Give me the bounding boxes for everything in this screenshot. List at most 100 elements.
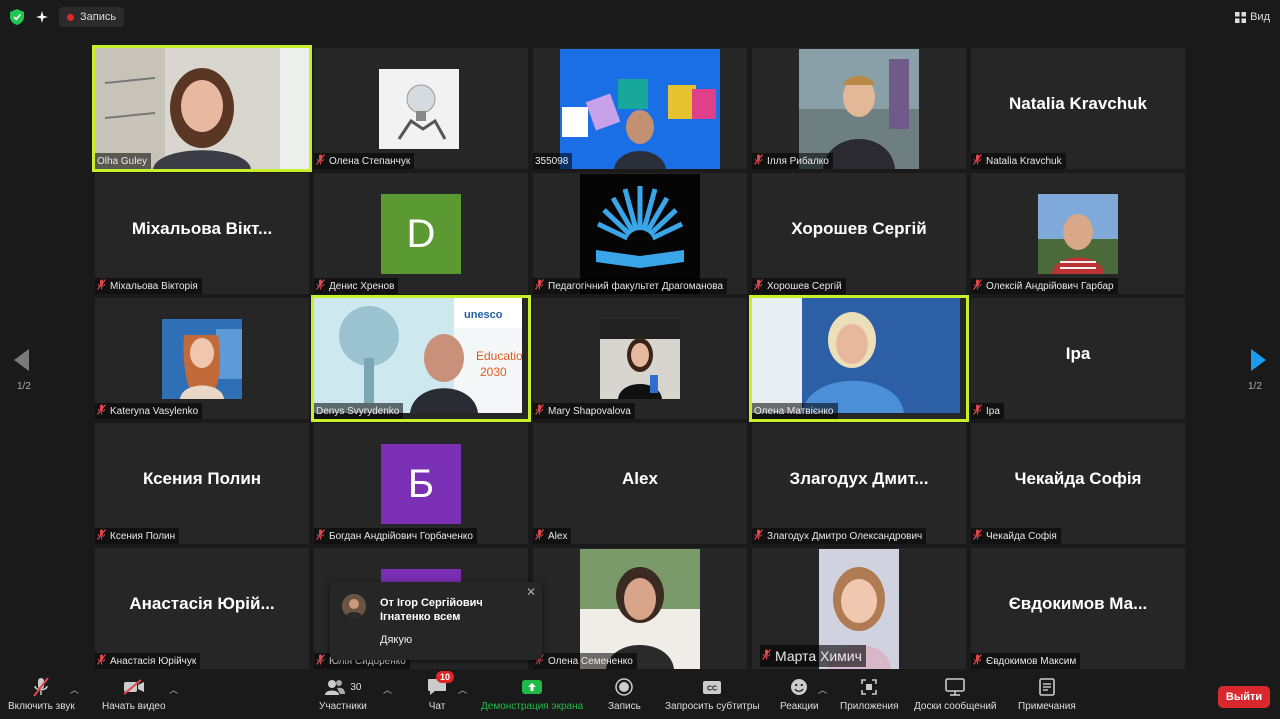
participant-display-name: Злагодух Дмит... [789,469,929,488]
chat-notification[interactable]: От Ігор Сергійович Ігнатенко всем Дякую … [330,582,542,660]
page-indicator-left: 1/2 [17,381,31,392]
view-button[interactable]: Вид [1235,7,1270,27]
whiteboards-label: Доски сообщений [914,701,997,712]
mic-muted-icon [32,677,50,697]
apps-icon [860,677,878,697]
participant-name: 355098 [535,155,569,167]
smiley-icon [790,677,808,697]
participant-name: Марта Химич [775,648,862,664]
mic-muted-icon [316,154,325,168]
svg-text:2030: 2030 [480,365,507,379]
share-screen-button[interactable]: Демонстрация экрана [481,677,583,712]
participant-tile[interactable]: Ілля Рибалко [752,48,966,169]
participant-name-label: Ксения Полин [95,528,180,544]
participant-tile[interactable]: unesco Education 2030 Denys Svyrydenko [311,295,531,422]
participant-video [752,298,960,418]
participant-name-label: Олена Матвієнко [752,403,838,419]
participant-name-label: Mary Shapovalova [533,403,635,419]
notes-button[interactable]: Примечания [1018,677,1076,712]
participant-tile[interactable]: Олена Степанчук [314,48,528,169]
captions-button[interactable]: CC Запросить субтитры [665,677,760,712]
svg-text:Education: Education [476,349,522,363]
chat-unread-badge: 10 [436,671,455,683]
top-bar: Запись Вид [0,0,1280,34]
record-button[interactable]: Запись [608,677,641,712]
reactions-label: Реакции [780,701,819,712]
participant-tile[interactable]: Олена Семененко [533,548,747,669]
participant-tile[interactable]: Євдокимов Ма... Євдокимов Максим [971,548,1185,669]
closed-captions-icon: CC [702,677,722,697]
participant-tile[interactable]: Марта Химич [752,548,966,669]
mic-muted-icon [316,529,325,543]
participant-tile[interactable]: Mary Shapovalova [533,298,747,419]
participant-name-label: Іра [971,403,1004,419]
participant-tile[interactable]: Natalia Kravchuk Natalia Kravchuk [971,48,1185,169]
participant-tile[interactable]: Злагодух Дмит... Злагодух Дмитро Олександ… [752,423,966,544]
participant-name-label: Denys Svyrydenko [314,403,404,419]
participant-tile[interactable]: D Денис Хренов [314,173,528,294]
unmute-button[interactable]: Включить звук [8,677,75,712]
chat-button[interactable]: 10 Чат [427,671,455,712]
apps-button[interactable]: Приложения [840,677,899,712]
notes-label: Примечания [1018,701,1076,712]
participant-name: Mary Shapovalova [548,405,631,417]
mic-muted-icon [754,279,763,293]
participant-tile[interactable]: Kateryna Vasylenko [95,298,309,419]
participant-name-label: Євдокимов Максим [971,653,1081,669]
participant-avatar-letter: D [381,194,461,274]
participant-name: Олена Матвієнко [754,405,834,417]
participant-display-name: Іра [1065,344,1091,363]
participant-name: Іра [986,405,1000,417]
leave-button[interactable]: Выйти [1218,686,1270,708]
next-page-arrow-icon[interactable] [1250,346,1266,378]
participant-name-label: Олена Семененко [533,653,637,669]
ai-sparkle-icon[interactable] [33,8,51,26]
sender-avatar [342,594,366,618]
participant-name-label: Марта Химич [760,645,866,667]
participant-name-label: Natalia Kravchuk [971,153,1066,169]
participant-tile[interactable]: Олексій Андрійович Гарбар [971,173,1185,294]
participant-name: Ілля Рибалко [767,155,829,167]
reactions-button[interactable]: Реакции [780,677,819,712]
participant-tile[interactable]: Ксения Полин Ксения Полин [95,423,309,544]
participant-tile[interactable]: Хорошев Сергій Хорошев Сергій [752,173,966,294]
whiteboards-button[interactable]: Доски сообщений [914,677,997,712]
participant-name: Alex [548,530,568,542]
mic-muted-icon [973,279,982,293]
close-icon[interactable]: ✕ [526,585,536,599]
reactions-options-chevron-icon[interactable]: ︿ [818,683,827,696]
recording-label: Запись [80,11,117,23]
participant-display-name: Анастасія Юрій... [129,594,275,613]
start-video-button[interactable]: Начать видео [102,677,166,712]
prev-page-arrow-icon[interactable] [14,346,30,378]
participant-name: Денис Хренов [329,280,395,292]
participant-name: Злагодух Дмитро Олександрович [767,530,923,542]
mic-muted-icon [97,529,106,543]
record-dot-icon [67,13,74,21]
participant-name-label: Kateryna Vasylenko [95,403,203,419]
video-options-chevron-icon[interactable]: ︿ [169,683,178,696]
participant-name-label: Alex [533,528,572,544]
participant-tile[interactable]: 355098 [533,48,747,169]
audio-options-chevron-icon[interactable]: ︿ [70,683,79,696]
participant-tile[interactable]: Анастасія Юрій... Анастасія Юрійчук [95,548,309,669]
participants-button[interactable]: 30 Участники [319,677,367,712]
participant-name-label: Педагогічний факультет Драгоманова [533,278,728,294]
participant-tile[interactable]: Б Богдан Андрійович Горбаченко [314,423,528,544]
participant-display-name: Чекайда Софія [1014,469,1142,488]
participant-tile[interactable]: Olha Guley [92,45,312,172]
record-label: Запись [608,701,641,712]
recording-indicator[interactable]: Запись [59,7,125,27]
participant-tile[interactable]: Олена Матвієнко [749,295,969,422]
mic-muted-icon [973,404,982,418]
chat-options-chevron-icon[interactable]: ︿ [458,683,467,696]
participant-tile[interactable]: Іра Іра [971,298,1185,419]
participant-tile[interactable]: Чекайда Софія Чекайда Софія [971,423,1185,544]
participant-tile[interactable]: Alex Alex [533,423,747,544]
security-shield-icon[interactable] [8,8,26,26]
chat-message: Дякую [380,634,413,646]
participants-label: Участники [319,701,367,712]
participant-tile[interactable]: Міхальова Вікт... Міхальова Вікторія [95,173,309,294]
participants-options-chevron-icon[interactable]: ︿ [383,683,392,696]
participant-tile[interactable]: Педагогічний факультет Драгоманова [533,173,747,294]
